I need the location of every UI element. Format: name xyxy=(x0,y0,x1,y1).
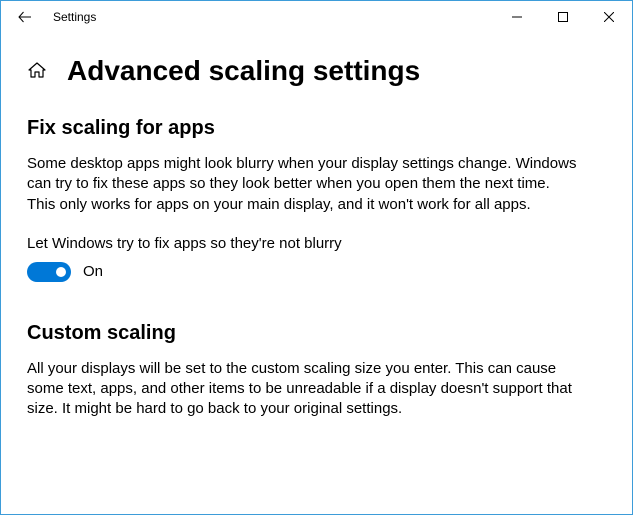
home-button[interactable] xyxy=(27,60,49,82)
arrow-left-icon xyxy=(17,9,33,25)
close-button[interactable] xyxy=(586,1,632,33)
maximize-icon xyxy=(558,12,568,22)
custom-scaling-description: All your displays will be set to the cus… xyxy=(27,359,577,420)
fix-scaling-description: Some desktop apps might look blurry when… xyxy=(27,154,577,215)
home-icon xyxy=(27,60,47,80)
back-button[interactable] xyxy=(5,1,45,33)
minimize-button[interactable] xyxy=(494,1,540,33)
app-title: Settings xyxy=(53,10,96,24)
maximize-button[interactable] xyxy=(540,1,586,33)
fix-scaling-heading: Fix scaling for apps xyxy=(27,117,606,140)
toggle-knob xyxy=(56,267,66,277)
content-area: Advanced scaling settings Fix scaling fo… xyxy=(1,55,632,420)
close-icon xyxy=(604,12,614,22)
fix-scaling-toggle-row: On xyxy=(27,262,606,282)
minimize-icon xyxy=(512,12,522,22)
custom-scaling-heading: Custom scaling xyxy=(27,322,606,345)
titlebar-left: Settings xyxy=(5,1,494,33)
fix-scaling-toggle-state: On xyxy=(83,263,103,280)
fix-scaling-toggle-label: Let Windows try to fix apps so they're n… xyxy=(27,235,606,252)
page-title: Advanced scaling settings xyxy=(67,55,420,87)
titlebar: Settings xyxy=(1,1,632,33)
page-header: Advanced scaling settings xyxy=(27,55,606,87)
fix-scaling-toggle[interactable] xyxy=(27,262,71,282)
window-controls xyxy=(494,1,632,33)
